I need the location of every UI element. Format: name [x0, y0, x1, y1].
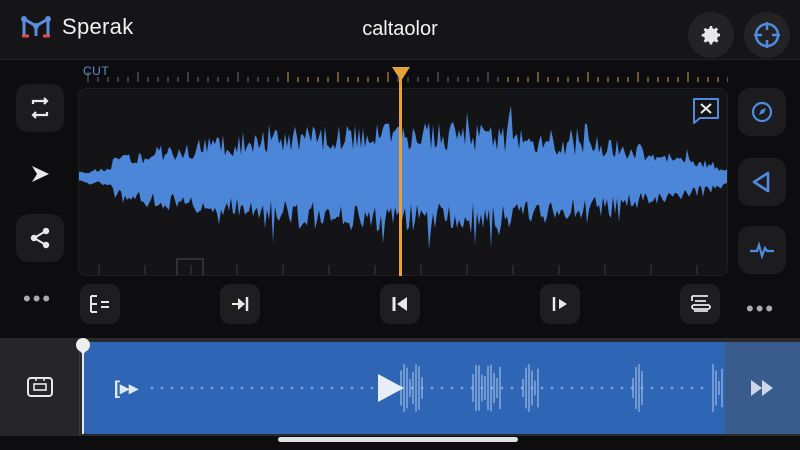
crosshair-icon	[754, 22, 780, 48]
timeline-forward-button[interactable]	[725, 342, 800, 434]
home-indicator[interactable]	[278, 437, 518, 442]
timeline-clip[interactable]: [▸▸	[82, 342, 725, 434]
timeline-start-marker: [▸▸	[114, 378, 139, 398]
settings-button[interactable]	[688, 12, 734, 58]
left-more-icon[interactable]: •••	[23, 288, 52, 310]
play-next-button[interactable]	[540, 284, 580, 324]
cut-label: CUT	[83, 64, 110, 78]
compass-tool[interactable]	[738, 88, 786, 136]
send-tool[interactable]	[16, 150, 64, 198]
loop-tool[interactable]	[16, 84, 64, 132]
page-title: caltaolor	[362, 18, 438, 40]
waveform	[79, 105, 727, 275]
playhead[interactable]	[399, 78, 402, 276]
stack-button[interactable]	[680, 284, 720, 324]
timeline-view-button[interactable]	[0, 338, 80, 436]
pulse-tool[interactable]	[738, 226, 786, 274]
compass-icon	[751, 101, 773, 123]
share-icon	[30, 227, 50, 249]
skip-to-start-button[interactable]	[220, 284, 260, 324]
timeline-clip-content: [▸▸	[114, 364, 723, 412]
timeline-cursor-tip-icon	[77, 347, 89, 355]
app-name: Sperak	[62, 14, 134, 39]
send-arrow-icon	[32, 166, 49, 182]
share-tool[interactable]	[16, 214, 64, 262]
list-button[interactable]	[80, 284, 120, 324]
speaker-icon	[752, 171, 770, 193]
pulse-icon	[750, 241, 774, 260]
play-bar-icon	[552, 297, 567, 311]
close-selection-icon[interactable]	[690, 96, 722, 126]
list-icon	[90, 295, 109, 313]
volume-tool[interactable]	[738, 158, 786, 206]
monitor-icon	[26, 377, 53, 397]
gear-icon	[701, 26, 720, 45]
timeline-cursor[interactable]	[82, 348, 84, 434]
playhead-handle-icon[interactable]	[392, 67, 410, 81]
app-logo-icon	[21, 16, 51, 38]
right-more-icon[interactable]: •••	[746, 298, 775, 320]
back-bar-icon	[392, 297, 407, 311]
fast-forward-icon	[750, 380, 773, 396]
waveform-panel[interactable]	[78, 88, 728, 276]
loop-icon	[31, 97, 49, 119]
rewind-button[interactable]	[380, 284, 420, 324]
stack-icon	[691, 295, 711, 312]
skip-forward-bar-icon	[232, 297, 249, 311]
target-button[interactable]	[744, 12, 790, 58]
